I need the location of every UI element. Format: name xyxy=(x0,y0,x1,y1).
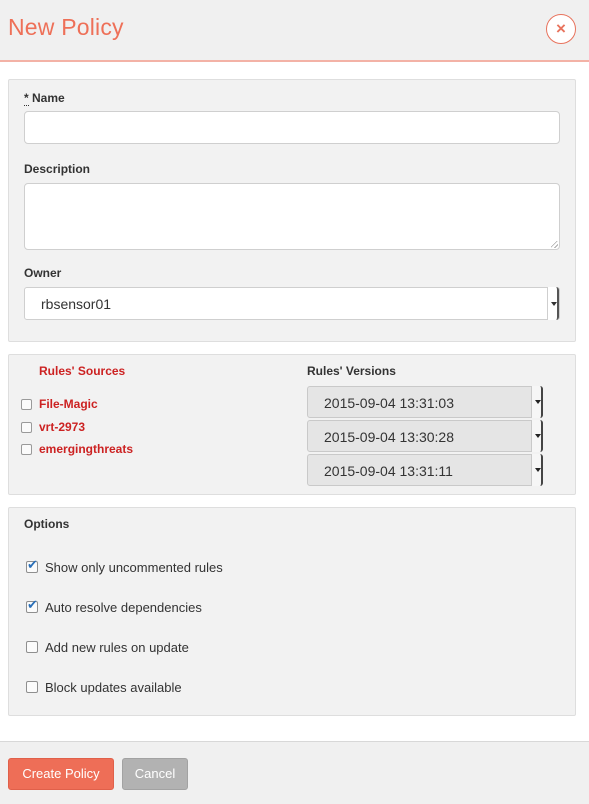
cancel-button[interactable]: Cancel xyxy=(122,758,188,790)
create-policy-button[interactable]: Create Policy xyxy=(8,758,114,790)
description-label: Description xyxy=(24,162,91,176)
chevron-down-icon[interactable] xyxy=(547,287,559,320)
owner-label: Owner xyxy=(24,266,62,280)
name-field[interactable] xyxy=(24,111,560,144)
option-label-auto-resolve: Auto resolve dependencies xyxy=(45,600,202,615)
version-value: 2015-09-04 13:31:11 xyxy=(324,463,453,479)
dialog-footer: Create Policy Cancel xyxy=(0,741,589,804)
rules-versions-header: Rules' Versions xyxy=(307,364,396,378)
version-value: 2015-09-04 13:30:28 xyxy=(324,429,454,445)
source-checkbox-file-magic[interactable] xyxy=(21,399,32,410)
option-checkbox-block-updates[interactable] xyxy=(26,681,38,693)
source-item-vrt-2973[interactable]: vrt-2973 xyxy=(39,420,85,434)
option-label-show-uncommented: Show only uncommented rules xyxy=(45,560,223,575)
description-field[interactable] xyxy=(24,183,560,250)
dialog-header: New Policy × xyxy=(0,0,589,62)
owner-selected-value: rbsensor01 xyxy=(41,296,112,312)
name-label-text: Name xyxy=(32,91,65,105)
required-marker: * xyxy=(24,91,29,106)
option-checkbox-add-new-rules[interactable] xyxy=(26,641,38,653)
version-select-file-magic[interactable]: 2015-09-04 13:31:03 xyxy=(307,386,543,418)
version-select-vrt-2973[interactable]: 2015-09-04 13:30:28 xyxy=(307,420,543,452)
rules-sources-header: Rules' Sources xyxy=(39,364,126,378)
rules-panel: Rules' Sources Rules' Versions File-Magi… xyxy=(8,354,576,495)
option-checkbox-show-uncommented[interactable] xyxy=(26,558,38,573)
source-item-emergingthreats[interactable]: emergingthreats xyxy=(39,442,133,456)
options-header: Options xyxy=(24,517,70,531)
chevron-down-icon[interactable] xyxy=(531,454,543,486)
name-label: * Name xyxy=(24,91,65,106)
resize-grip-icon[interactable] xyxy=(551,241,558,248)
version-select-emergingthreats[interactable]: 2015-09-04 13:31:11 xyxy=(307,454,543,486)
close-icon[interactable]: × xyxy=(546,14,576,44)
source-checkbox-emergingthreats[interactable] xyxy=(21,444,32,455)
dialog-title: New Policy xyxy=(8,14,124,40)
general-panel: * Name Description Owner rbsensor01 xyxy=(8,79,576,342)
option-label-block-updates: Block updates available xyxy=(45,680,182,695)
source-checkbox-vrt-2973[interactable] xyxy=(21,422,32,433)
option-checkbox-auto-resolve[interactable] xyxy=(26,598,38,613)
option-label-add-new-rules: Add new rules on update xyxy=(45,640,189,655)
options-panel: Options Show only uncommented rules Auto… xyxy=(8,507,576,716)
chevron-down-icon[interactable] xyxy=(531,420,543,452)
owner-select[interactable]: rbsensor01 xyxy=(24,287,560,320)
version-value: 2015-09-04 13:31:03 xyxy=(324,395,454,411)
source-item-file-magic[interactable]: File-Magic xyxy=(39,397,98,411)
chevron-down-icon[interactable] xyxy=(531,386,543,418)
